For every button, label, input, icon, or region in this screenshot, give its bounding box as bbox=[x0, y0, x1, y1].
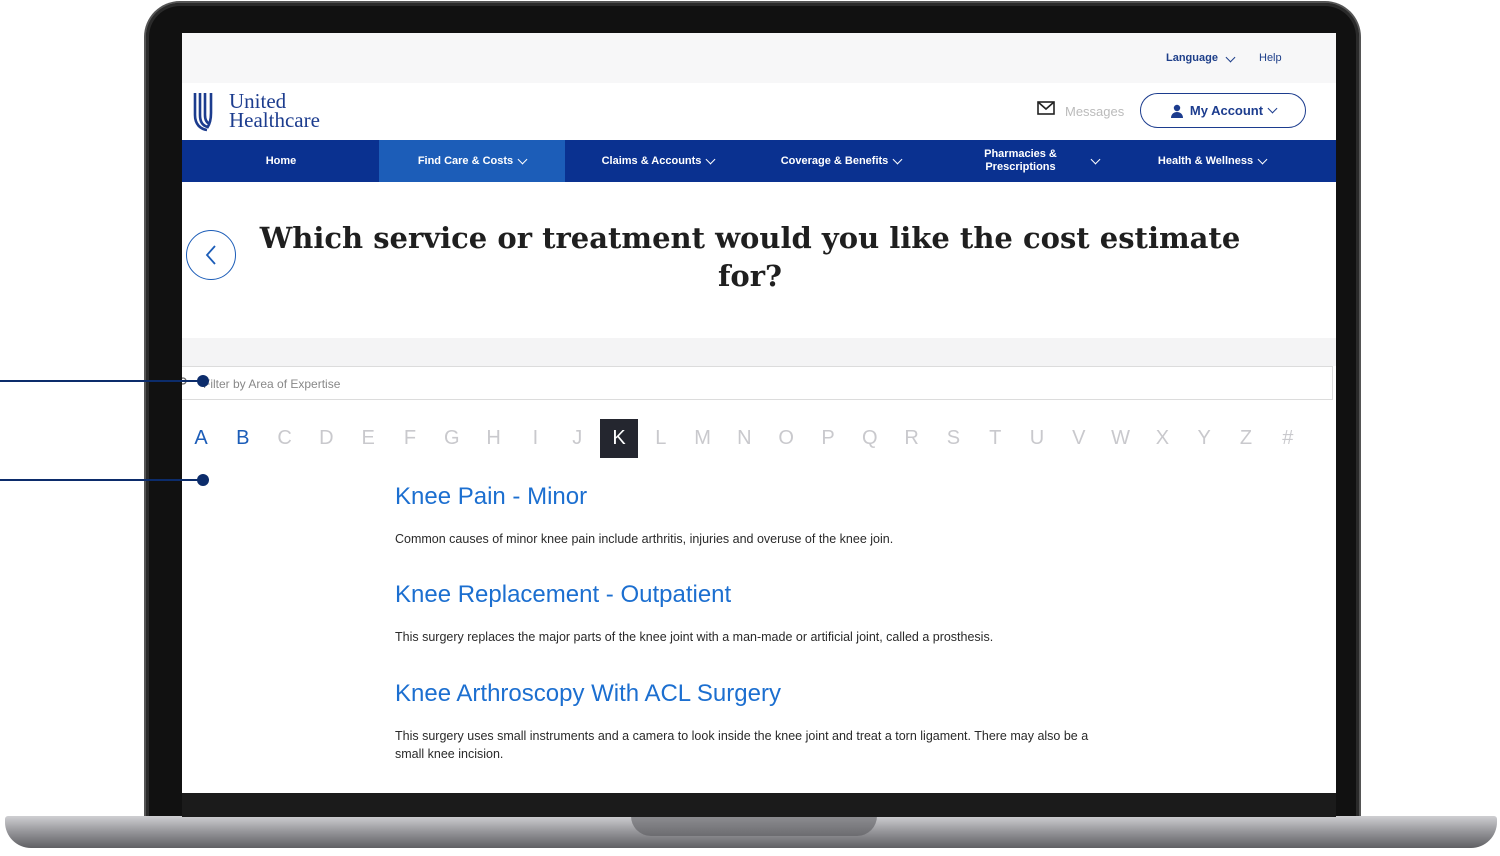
alphabet-letter-i[interactable]: I bbox=[516, 419, 554, 458]
nav-find-care-costs[interactable]: Find Care & Costs bbox=[379, 140, 565, 182]
nav-coverage-benefits[interactable]: Coverage & Benefits bbox=[751, 140, 931, 182]
language-menu[interactable]: Language bbox=[1166, 52, 1236, 64]
alphabet-letter-j[interactable]: J bbox=[558, 419, 596, 458]
alphabet-letter-m[interactable]: M bbox=[684, 419, 722, 458]
unitedhealthcare-logo-icon bbox=[193, 93, 213, 132]
nav-claims-label: Claims & Accounts bbox=[601, 155, 702, 167]
alphabet-letter-y[interactable]: Y bbox=[1185, 419, 1223, 458]
nav-pharmacies-label: Pharmacies & Prescriptions bbox=[984, 148, 1057, 173]
help-link[interactable]: Help bbox=[1259, 52, 1282, 64]
my-account-button[interactable]: My Account bbox=[1140, 93, 1306, 128]
browser-viewport: Language Help United Healthcare Messages… bbox=[182, 33, 1336, 793]
my-account-label: My Account bbox=[1189, 103, 1264, 118]
chevron-left-icon bbox=[205, 245, 216, 265]
brand-wordmark[interactable]: United Healthcare bbox=[229, 91, 320, 132]
utility-bar: Language Help bbox=[182, 33, 1336, 83]
nav-home-label: Home bbox=[265, 155, 297, 167]
nav-home[interactable]: Home bbox=[182, 140, 380, 182]
chevron-down-icon bbox=[892, 154, 903, 164]
chevron-down-icon bbox=[517, 154, 528, 164]
result-description: This surgery uses small instruments and … bbox=[395, 729, 1089, 761]
alphabet-letter-g[interactable]: G bbox=[433, 419, 471, 458]
alphabet-letter-z[interactable]: Z bbox=[1227, 419, 1265, 458]
screen-bezel-bottom bbox=[182, 793, 1336, 817]
alphabet-letter-c[interactable]: C bbox=[266, 419, 304, 458]
alphabet-letter-f[interactable]: F bbox=[391, 419, 429, 458]
result-description: This surgery replaces the major parts of… bbox=[395, 630, 994, 644]
alphabet-letter-q[interactable]: Q bbox=[851, 419, 889, 458]
chevron-down-icon bbox=[1257, 154, 1268, 164]
nav-health-wellness[interactable]: Health & Wellness bbox=[1132, 140, 1292, 182]
alphabet-letter-n[interactable]: N bbox=[725, 419, 763, 458]
alphabet-letter-o[interactable]: O bbox=[767, 419, 805, 458]
laptop-notch bbox=[631, 816, 877, 836]
alphabet-letter-x[interactable]: X bbox=[1143, 419, 1181, 458]
alphabet-letter-t[interactable]: T bbox=[976, 419, 1014, 458]
alphabet-letter-v[interactable]: V bbox=[1060, 419, 1098, 458]
main-nav: Home Find Care & Costs Claims & Accounts… bbox=[182, 140, 1336, 182]
callout-dot bbox=[197, 474, 209, 486]
alphabet-letter-k[interactable]: K bbox=[600, 419, 638, 458]
nav-pharmacies-prescriptions[interactable]: Pharmacies & Prescriptions bbox=[942, 140, 1132, 182]
chevron-down-icon bbox=[705, 154, 716, 164]
envelope-icon[interactable] bbox=[1037, 101, 1055, 115]
alphabet-letter-d[interactable]: D bbox=[307, 419, 345, 458]
filter-input[interactable] bbox=[201, 367, 1305, 401]
chevron-down-icon bbox=[1225, 52, 1236, 63]
alphabet-letter-hash[interactable]: # bbox=[1269, 419, 1307, 458]
nav-claims-accounts[interactable]: Claims & Accounts bbox=[565, 140, 751, 182]
chevron-down-icon bbox=[1267, 103, 1278, 114]
alphabet-letter-s[interactable]: S bbox=[934, 419, 972, 458]
language-label: Language bbox=[1166, 52, 1218, 64]
alphabet-letter-r[interactable]: R bbox=[893, 419, 931, 458]
user-icon bbox=[1170, 104, 1183, 118]
callout-line bbox=[0, 380, 205, 382]
callout-dot bbox=[197, 375, 209, 387]
alphabet-letter-p[interactable]: P bbox=[809, 419, 847, 458]
section-divider bbox=[182, 338, 1336, 366]
filter-field[interactable] bbox=[182, 366, 1333, 401]
callout-line bbox=[0, 479, 205, 481]
brand-line-2: Healthcare bbox=[229, 108, 320, 132]
search-icon bbox=[182, 377, 187, 385]
result-title-link[interactable]: Knee Pain - Minor bbox=[395, 483, 587, 511]
alphabet-letter-b[interactable]: B bbox=[224, 419, 262, 458]
alphabet-letter-w[interactable]: W bbox=[1102, 419, 1140, 458]
result-title-link[interactable]: Knee Arthroscopy With ACL Surgery bbox=[395, 680, 781, 708]
alphabet-letter-h[interactable]: H bbox=[475, 419, 513, 458]
nav-find-care-label: Find Care & Costs bbox=[417, 155, 514, 167]
nav-health-label: Health & Wellness bbox=[1157, 155, 1254, 167]
page-title: Which service or treatment would you lik… bbox=[259, 221, 1241, 293]
back-button[interactable] bbox=[186, 230, 236, 280]
result-title-link[interactable]: Knee Replacement - Outpatient bbox=[395, 581, 731, 609]
messages-link[interactable]: Messages bbox=[1065, 104, 1124, 119]
nav-coverage-label: Coverage & Benefits bbox=[780, 155, 889, 167]
alphabet-letter-u[interactable]: U bbox=[1018, 419, 1056, 458]
chevron-down-icon bbox=[1090, 154, 1100, 164]
alphabet-letter-l[interactable]: L bbox=[642, 419, 680, 458]
alphabet-letter-e[interactable]: E bbox=[349, 419, 387, 458]
result-description: Common causes of minor knee pain include… bbox=[395, 532, 894, 546]
alphabet-letter-a[interactable]: A bbox=[182, 419, 220, 458]
